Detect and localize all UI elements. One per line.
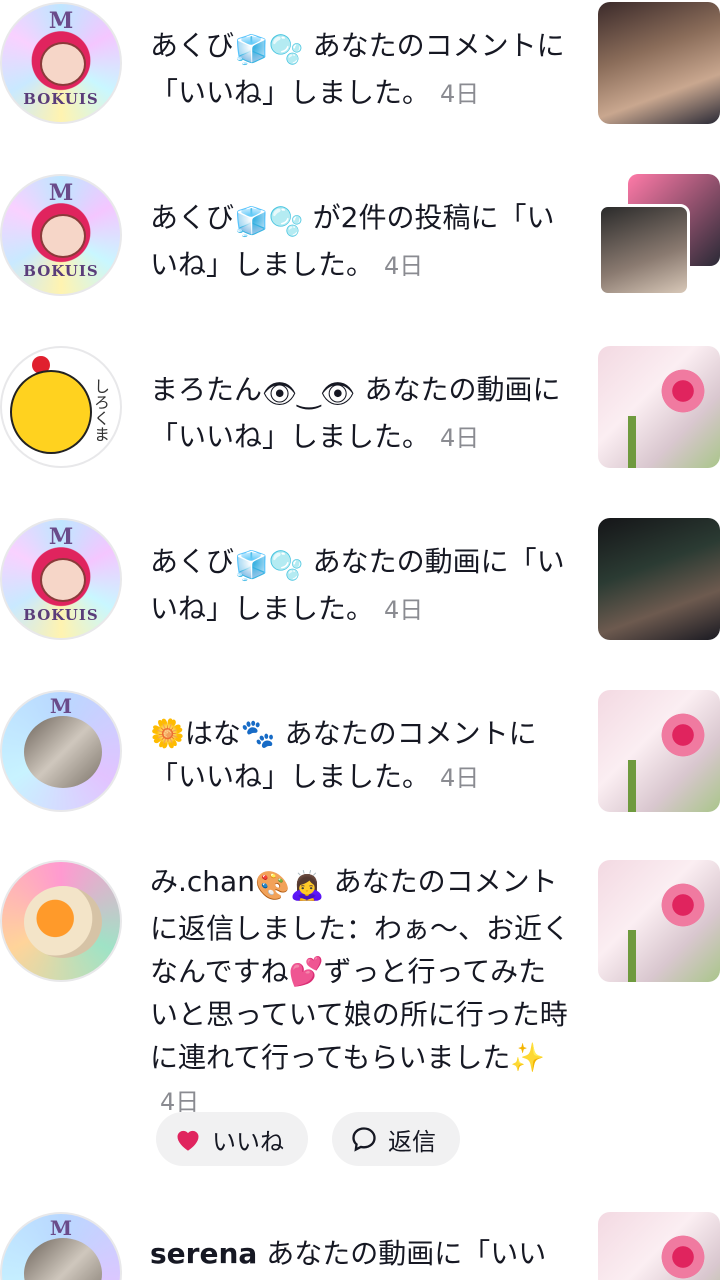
username[interactable]: まろたん <box>150 373 262 406</box>
avatar[interactable] <box>0 860 122 982</box>
username[interactable]: み.chan <box>150 865 255 898</box>
timestamp: 4日 <box>440 764 480 792</box>
avatar[interactable]: しろくま <box>0 346 122 468</box>
avatar-text: しろくま <box>91 378 110 442</box>
notification-text: み.chan🎨🙇‍♀️ あなたのコメントに返信しました：わぁ〜、お近くなんですね… <box>150 860 570 1124</box>
notification-message: あなたの動画に「いい <box>266 1237 547 1270</box>
avatar-monogram: M <box>49 694 73 718</box>
avatar[interactable]: M BOKUIS <box>0 2 122 124</box>
notification-text: まろたん👁‿👁 あなたの動画に「いいね」しました。 4日 <box>150 368 570 460</box>
like-label: いいね <box>212 1127 284 1156</box>
comment-bubble-icon <box>350 1125 378 1153</box>
username-emoji: 🧊🫧 <box>234 549 304 582</box>
username-emoji: 👁‿👁 <box>262 377 356 410</box>
username[interactable]: serena <box>150 1237 257 1270</box>
video-thumbnail[interactable] <box>598 860 720 982</box>
username[interactable]: あくび <box>150 201 234 234</box>
like-button[interactable]: いいね <box>156 1112 308 1166</box>
post-thumbnail-stack[interactable] <box>598 174 720 296</box>
notification-feed: M BOKUIS あくび🧊🫧 あなたのコメントに「いいね」しました。 4日 M B… <box>0 0 720 1280</box>
video-thumbnail[interactable] <box>598 690 720 812</box>
username-emoji: 🧊🫧 <box>234 205 304 238</box>
character-face <box>40 214 86 258</box>
avatar[interactable]: M <box>0 1212 122 1280</box>
post-thumbnail-front <box>598 204 690 296</box>
username[interactable]: あくび <box>150 29 234 62</box>
fruit-photo <box>24 886 102 958</box>
cat-photo <box>24 716 102 788</box>
avatar[interactable]: M BOKUIS <box>0 518 122 640</box>
username[interactable]: 🌼はな🐾 <box>150 717 276 750</box>
notification-text: 🌼はな🐾 あなたのコメントに「いいね」しました。 4日 <box>150 712 570 800</box>
video-thumbnail[interactable] <box>598 346 720 468</box>
avatar-ring-text: BOKUIS <box>23 606 99 624</box>
reply-button[interactable]: 返信 <box>332 1112 460 1166</box>
avatar[interactable]: M BOKUIS <box>0 174 122 296</box>
avatar-monogram: M <box>49 1216 73 1240</box>
timestamp: 4日 <box>384 252 424 280</box>
reply-actions: いいね 返信 <box>156 1112 460 1166</box>
video-thumbnail[interactable] <box>598 1212 720 1280</box>
reply-label: 返信 <box>388 1127 436 1156</box>
video-thumbnail[interactable] <box>598 518 720 640</box>
timestamp: 4日 <box>384 596 424 624</box>
avatar-monogram: M <box>48 8 74 34</box>
notification-text: あくび🧊🫧 あなたのコメントに「いいね」しました。 4日 <box>150 24 570 116</box>
username[interactable]: あくび <box>150 545 234 578</box>
notification-text: serena あなたの動画に「いい <box>150 1232 570 1277</box>
avatar-ring-text: BOKUIS <box>23 90 99 108</box>
timestamp: 4日 <box>440 80 480 108</box>
username-emoji: 🧊🫧 <box>234 33 304 66</box>
username-emoji: 🎨🙇‍♀️ <box>254 869 325 902</box>
heart-icon <box>174 1126 202 1152</box>
avatar-monogram: M <box>48 180 74 206</box>
post-thumbnail[interactable] <box>598 2 720 124</box>
timestamp: 4日 <box>440 424 480 452</box>
avatar-monogram: M <box>48 524 74 550</box>
chick-icon <box>10 370 92 454</box>
avatar-ring-text: BOKUIS <box>23 262 99 280</box>
avatar-photo <box>24 1238 102 1280</box>
character-face <box>40 558 86 602</box>
notification-text: あくび🧊🫧 が2件の投稿に「いいね」しました。 4日 <box>150 196 570 288</box>
avatar[interactable]: M <box>0 690 122 812</box>
notification-text: あくび🧊🫧 あなたの動画に「いいね」しました。 4日 <box>150 540 570 632</box>
character-face <box>40 42 86 86</box>
